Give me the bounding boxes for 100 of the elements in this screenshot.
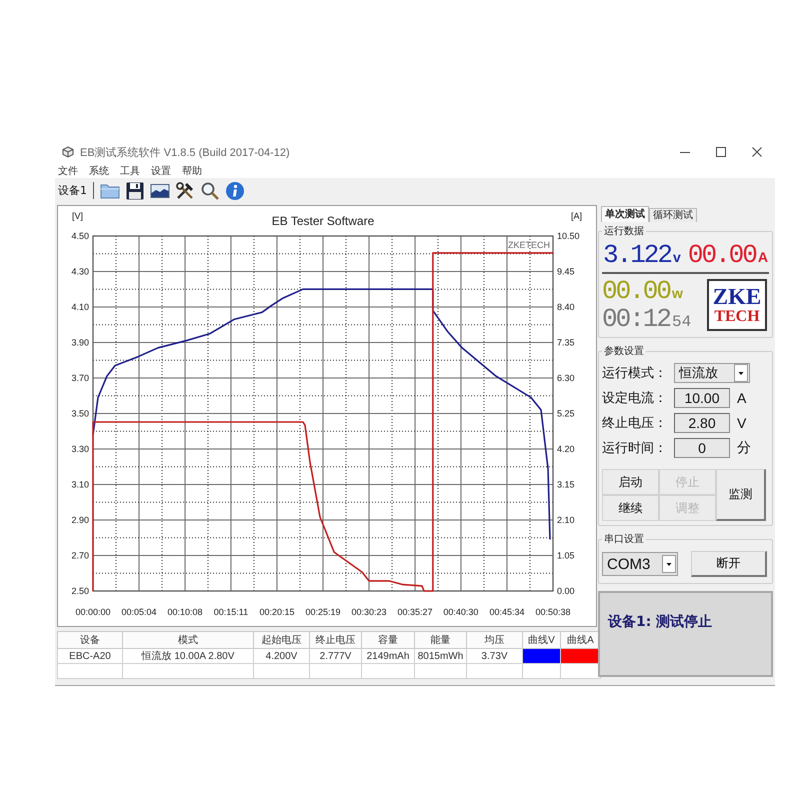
action-button[interactable]: 监测 [716,469,766,521]
tick-label: 7.35 [557,338,575,348]
info-icon[interactable] [225,180,245,200]
column-header: 模式 [122,632,254,648]
action-button[interactable]: 启动 [602,469,659,495]
column-header: 能量 [414,632,466,648]
number-field[interactable]: 0 [674,438,730,458]
chart-annotation: ZKETECH [508,240,550,250]
tick-label: 2.70 [71,550,89,560]
tick-label: 2.50 [71,586,89,596]
menu-item[interactable]: 设置 [151,164,171,178]
table-cell: EBC-A20 [58,648,122,664]
status-message: 设备1: 测试停止 [598,591,773,677]
cube-icon [62,146,74,158]
tick-label: 1.05 [557,550,575,560]
tick-label: 5.25 [557,408,575,418]
axis-unit-label: [V] [72,211,84,221]
axis-unit-label: [A] [571,211,582,221]
tick-label: 00:50:38 [535,607,571,617]
tick-label: 00:30:23 [352,607,387,617]
tick-label: 00:45:34 [489,607,524,617]
tick-label: 2.90 [71,515,89,525]
disconnect-button[interactable]: 断开 [691,551,767,577]
group-title: 串口设置 [603,532,645,546]
menu-item[interactable]: 系统 [89,164,109,178]
tick-label: 4.30 [71,266,89,276]
menu-item[interactable]: 帮助 [182,164,202,178]
tick-label: 00:20:15 [259,607,294,617]
tab[interactable]: 循环测试 [649,208,697,222]
tick-label: 10.50 [557,231,580,241]
tick-label: 3.50 [71,408,89,418]
field-label: 运行模式： [602,365,668,382]
field-label: 设定电流： [602,390,668,407]
search-icon[interactable] [200,180,220,200]
group-title: 运行数据 [603,224,645,238]
tick-label: 00:35:27 [398,607,433,617]
logo-subtitle: TECH [714,308,760,324]
column-header: 曲线A [560,632,600,648]
device-label: 设备1 [58,183,87,198]
tick-label: 4.20 [557,444,575,454]
column-header: 终止电压 [310,632,362,648]
table-cell: 8015mWh [414,648,466,664]
group-title: 参数设置 [603,344,645,358]
column-header: 曲线V [522,632,560,648]
table-cell: 2149mAh [362,648,414,664]
hammer-wrench-icon[interactable] [175,180,195,200]
voltage-value: 3.122 [603,241,672,269]
tick-label: 3.10 [71,480,89,490]
tab[interactable]: 单次测试 [601,206,649,222]
time-value: 00:12 [602,305,670,333]
column-header: 起始电压 [254,632,310,648]
tick-label: 9.45 [557,266,575,276]
time-seconds: 54 [672,313,692,331]
chart-title: EB Tester Software [272,214,374,228]
column-header: 均压 [466,632,522,648]
unit-label: V [737,415,746,431]
tick-label: 4.10 [71,302,89,312]
tick-label: 6.30 [557,373,575,383]
caret-icon [662,555,676,573]
tick-label: 4.50 [71,231,89,241]
dropdown[interactable]: 恒流放 [674,363,750,383]
port-dropdown[interactable]: COM3 [602,552,678,576]
maximize-icon[interactable] [716,147,726,157]
close-icon[interactable] [752,147,762,157]
table-cell: 3.73V [466,648,522,664]
logo-wordmark: ZKE [712,286,762,308]
column-header: 设备 [58,632,122,648]
current-value: 00.00 [688,241,756,269]
tick-label: 00:10:08 [168,607,203,617]
tick-label: 3.15 [557,480,575,490]
current-unit: A [758,249,768,265]
tick-label: 8.40 [557,302,575,312]
field-label: 运行时间： [602,440,668,457]
tick-label: 3.90 [71,338,89,348]
number-field[interactable]: 10.00 [674,388,730,408]
tick-label: 00:15:11 [214,607,248,617]
tick-label: 0.00 [557,586,575,596]
tick-label: 00:00:00 [75,607,111,617]
column-header: 容量 [362,632,414,648]
menu-item[interactable]: 工具 [120,164,140,178]
table-cell: 恒流放 10.00A 2.80V [122,648,254,664]
table-cell: 2.777V [310,648,362,664]
action-button[interactable]: 继续 [602,495,659,521]
unit-label: 分 [737,439,751,457]
table-cell: 4.200V [254,648,310,664]
menu-item[interactable]: 文件 [58,164,78,178]
voltage-unit: v [673,249,681,265]
tick-label: 00:05:04 [122,607,157,617]
tick-label: 2.10 [557,515,575,525]
tick-label: 00:25:19 [305,607,341,617]
unit-label: A [737,390,746,406]
caret-icon [734,364,748,382]
power-value: 00.00 [602,277,670,305]
number-field[interactable]: 2.80 [674,413,730,433]
power-unit: w [672,285,683,301]
window-title: EB测试系统软件 V1.8.5 (Build 2017-04-12) [80,146,290,160]
field-label: 终止电压： [602,415,668,432]
tick-label: 3.30 [71,444,89,454]
tick-label: 00:40:30 [443,607,478,617]
tick-label: 3.70 [71,373,89,383]
